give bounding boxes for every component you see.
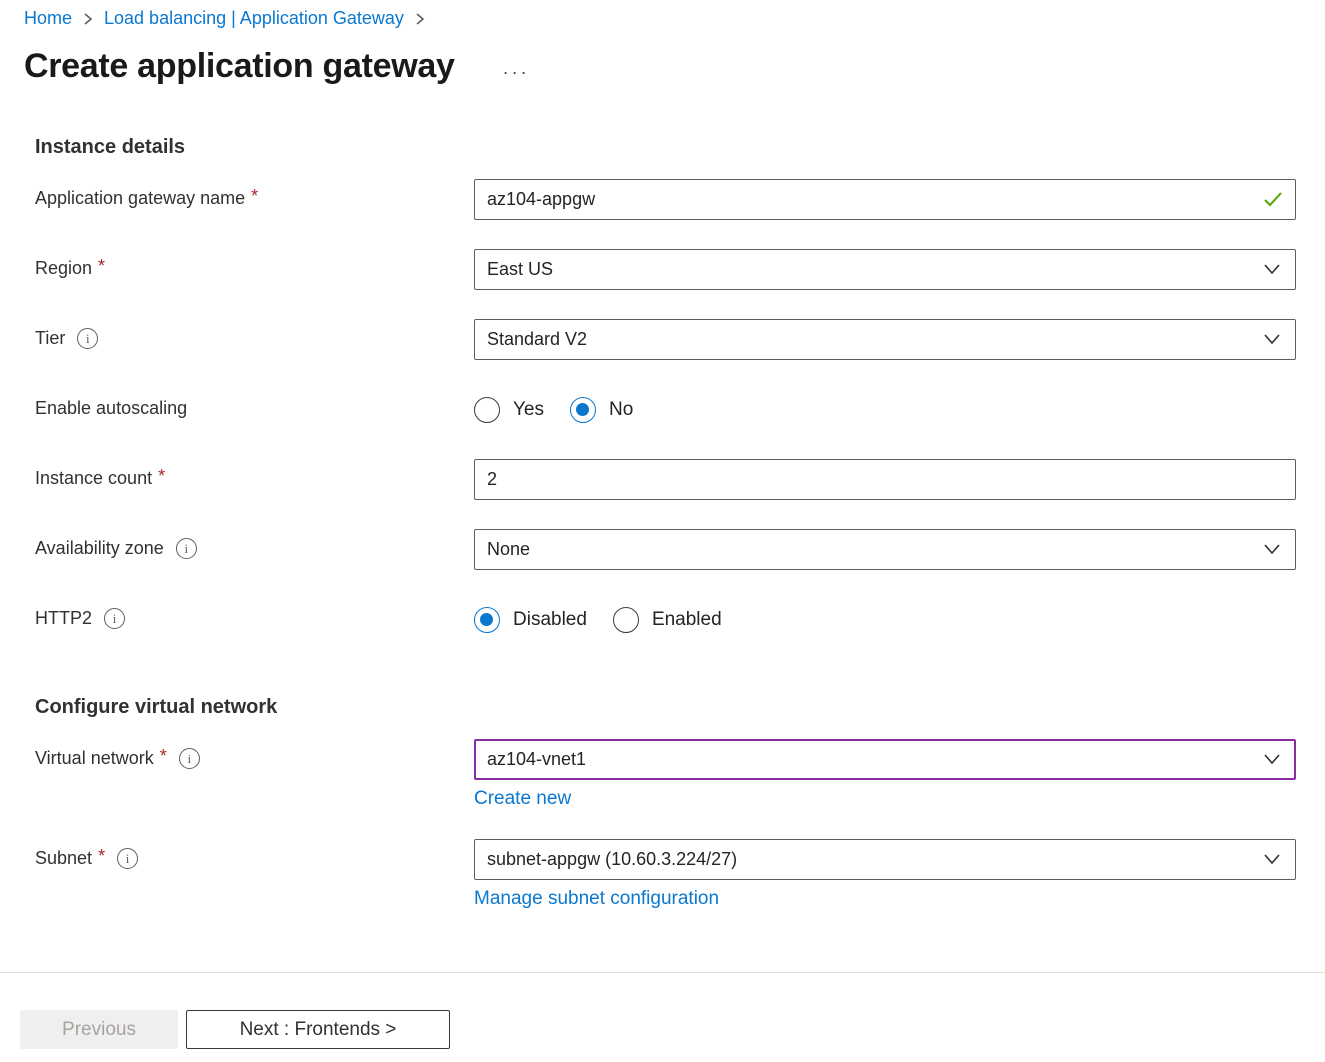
info-icon[interactable]: i — [117, 848, 138, 869]
row-tier: Tier i Standard V2 — [35, 319, 1325, 360]
label-text: Virtual network — [35, 748, 154, 769]
enable-autoscaling-radio-group: Yes No — [474, 389, 1296, 430]
label-text: Application gateway name — [35, 188, 245, 209]
region-dropdown[interactable]: East US — [474, 249, 1296, 290]
next-frontends-button[interactable]: Next : Frontends > — [186, 1010, 450, 1049]
label-text: Instance count — [35, 468, 152, 489]
region-dropdown-value: East US — [487, 259, 553, 280]
chevron-down-icon — [1263, 259, 1281, 280]
required-asterisk: * — [160, 746, 167, 767]
http2-radio-group: Disabled Enabled — [474, 599, 1296, 640]
radio-icon — [474, 397, 500, 423]
label-text: Enable autoscaling — [35, 398, 187, 419]
radio-http2-disabled[interactable]: Disabled — [474, 607, 587, 633]
create-appgw-form: Instance details Application gateway nam… — [0, 136, 1325, 910]
radio-label: No — [609, 399, 633, 421]
label-text: HTTP2 — [35, 608, 92, 629]
footer-actions: Previous Next : Frontends > — [20, 1010, 450, 1049]
availability-zone-dropdown-value: None — [487, 539, 530, 560]
section-heading-configure-vnet: Configure virtual network — [35, 696, 1325, 719]
info-icon[interactable]: i — [179, 748, 200, 769]
field-label: Instance count * — [35, 459, 474, 489]
info-icon[interactable]: i — [176, 538, 197, 559]
required-asterisk: * — [98, 256, 105, 277]
row-region: Region * East US — [35, 249, 1325, 290]
field-label: Application gateway name * — [35, 179, 474, 209]
tier-dropdown-value: Standard V2 — [487, 329, 587, 350]
chevron-down-icon — [1263, 749, 1281, 770]
required-asterisk: * — [98, 846, 105, 867]
breadcrumb-link-load-balancing[interactable]: Load balancing | Application Gateway — [104, 8, 404, 29]
row-subnet: Subnet * i subnet-appgw (10.60.3.224/27)… — [35, 839, 1325, 910]
radio-icon — [613, 607, 639, 633]
info-icon[interactable]: i — [77, 328, 98, 349]
field-label: HTTP2 i — [35, 599, 474, 629]
row-application-gateway-name: Application gateway name * — [35, 179, 1325, 220]
chevron-down-icon — [1263, 329, 1281, 350]
more-options-icon[interactable]: ··· — [503, 53, 530, 81]
label-text: Subnet — [35, 848, 92, 869]
radio-icon — [474, 607, 500, 633]
field-label: Region * — [35, 249, 474, 279]
label-text: Availability zone — [35, 538, 164, 559]
subnet-dropdown-value: subnet-appgw (10.60.3.224/27) — [487, 849, 737, 870]
availability-zone-dropdown[interactable]: None — [474, 529, 1296, 570]
previous-button: Previous — [20, 1010, 178, 1049]
application-gateway-name-input[interactable] — [474, 179, 1296, 220]
field-label: Subnet * i — [35, 839, 474, 869]
virtual-network-dropdown[interactable]: az104-vnet1 — [474, 739, 1296, 780]
radio-http2-enabled[interactable]: Enabled — [613, 607, 722, 633]
valid-checkmark-icon — [1262, 189, 1284, 214]
page-title: Create application gateway — [24, 47, 455, 86]
instance-count-input[interactable] — [474, 459, 1296, 500]
radio-label: Disabled — [513, 609, 587, 631]
footer-divider — [0, 972, 1325, 973]
row-virtual-network: Virtual network * i az104-vnet1 Create n… — [35, 739, 1325, 810]
chevron-down-icon — [1263, 539, 1281, 560]
field-label: Virtual network * i — [35, 739, 474, 769]
required-asterisk: * — [251, 186, 258, 207]
virtual-network-dropdown-value: az104-vnet1 — [487, 749, 586, 770]
field-label: Tier i — [35, 319, 474, 349]
subnet-dropdown[interactable]: subnet-appgw (10.60.3.224/27) — [474, 839, 1296, 880]
radio-label: Enabled — [652, 609, 722, 631]
breadcrumb: Home Load balancing | Application Gatewa… — [0, 0, 1325, 29]
field-label: Enable autoscaling — [35, 389, 474, 419]
row-availability-zone: Availability zone i None — [35, 529, 1325, 570]
required-asterisk: * — [158, 466, 165, 487]
radio-autoscaling-yes[interactable]: Yes — [474, 397, 544, 423]
info-icon[interactable]: i — [104, 608, 125, 629]
section-heading-instance-details: Instance details — [35, 136, 1325, 159]
create-new-vnet-link[interactable]: Create new — [474, 788, 571, 810]
tier-dropdown[interactable]: Standard V2 — [474, 319, 1296, 360]
breadcrumb-link-home[interactable]: Home — [24, 8, 72, 29]
label-text: Tier — [35, 328, 65, 349]
row-enable-autoscaling: Enable autoscaling Yes No — [35, 389, 1325, 430]
chevron-right-icon — [414, 11, 426, 27]
chevron-right-icon — [82, 11, 94, 27]
row-instance-count: Instance count * — [35, 459, 1325, 500]
radio-autoscaling-no[interactable]: No — [570, 397, 633, 423]
manage-subnet-configuration-link[interactable]: Manage subnet configuration — [474, 888, 719, 910]
chevron-down-icon — [1263, 849, 1281, 870]
radio-label: Yes — [513, 399, 544, 421]
row-http2: HTTP2 i Disabled Enabled — [35, 599, 1325, 640]
label-text: Region — [35, 258, 92, 279]
field-label: Availability zone i — [35, 529, 474, 559]
radio-icon — [570, 397, 596, 423]
